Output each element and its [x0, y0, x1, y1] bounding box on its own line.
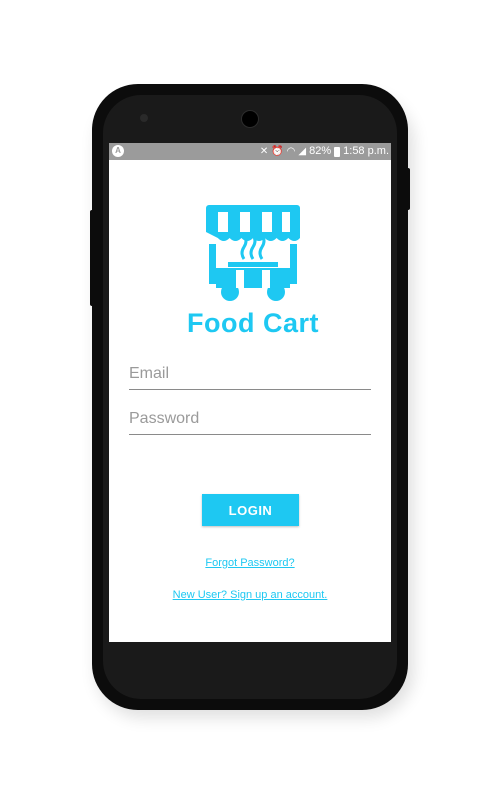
battery-icon — [334, 146, 341, 157]
mute-icon: ✕ — [259, 146, 269, 157]
password-input[interactable] — [129, 406, 369, 432]
clock: 1:58 p.m. — [343, 145, 389, 157]
password-field — [129, 406, 371, 435]
battery-percent: 82% — [309, 145, 332, 157]
email-input[interactable] — [129, 361, 369, 387]
volume-button — [90, 210, 94, 306]
login-button[interactable]: LOGIN — [202, 494, 299, 526]
app-logo: Food Cart — [178, 198, 328, 338]
power-button — [406, 168, 410, 210]
status-bar: A ✕ ⏰ ◠ ◢ 82% 1:58 p.m. — [109, 143, 391, 160]
forgot-password-link[interactable]: Forgot Password? — [109, 557, 391, 569]
app-name: Food Cart — [187, 308, 319, 338]
notification-icon: A — [112, 145, 124, 157]
food-cart-icon — [206, 205, 300, 301]
signup-link[interactable]: New User? Sign up an account. — [109, 589, 391, 601]
wifi-icon: ◠ — [286, 146, 296, 157]
email-field — [129, 361, 371, 390]
signal-icon: ◢ — [298, 146, 307, 157]
front-camera — [241, 110, 259, 128]
app-screen: A ✕ ⏰ ◠ ◢ 82% 1:58 p.m. Food Cart Email … — [109, 143, 391, 642]
sensor-dot — [140, 114, 148, 122]
alarm-icon: ⏰ — [271, 146, 284, 157]
status-icons: ✕ ⏰ ◠ ◢ 82% 1:58 p.m. — [260, 143, 389, 160]
